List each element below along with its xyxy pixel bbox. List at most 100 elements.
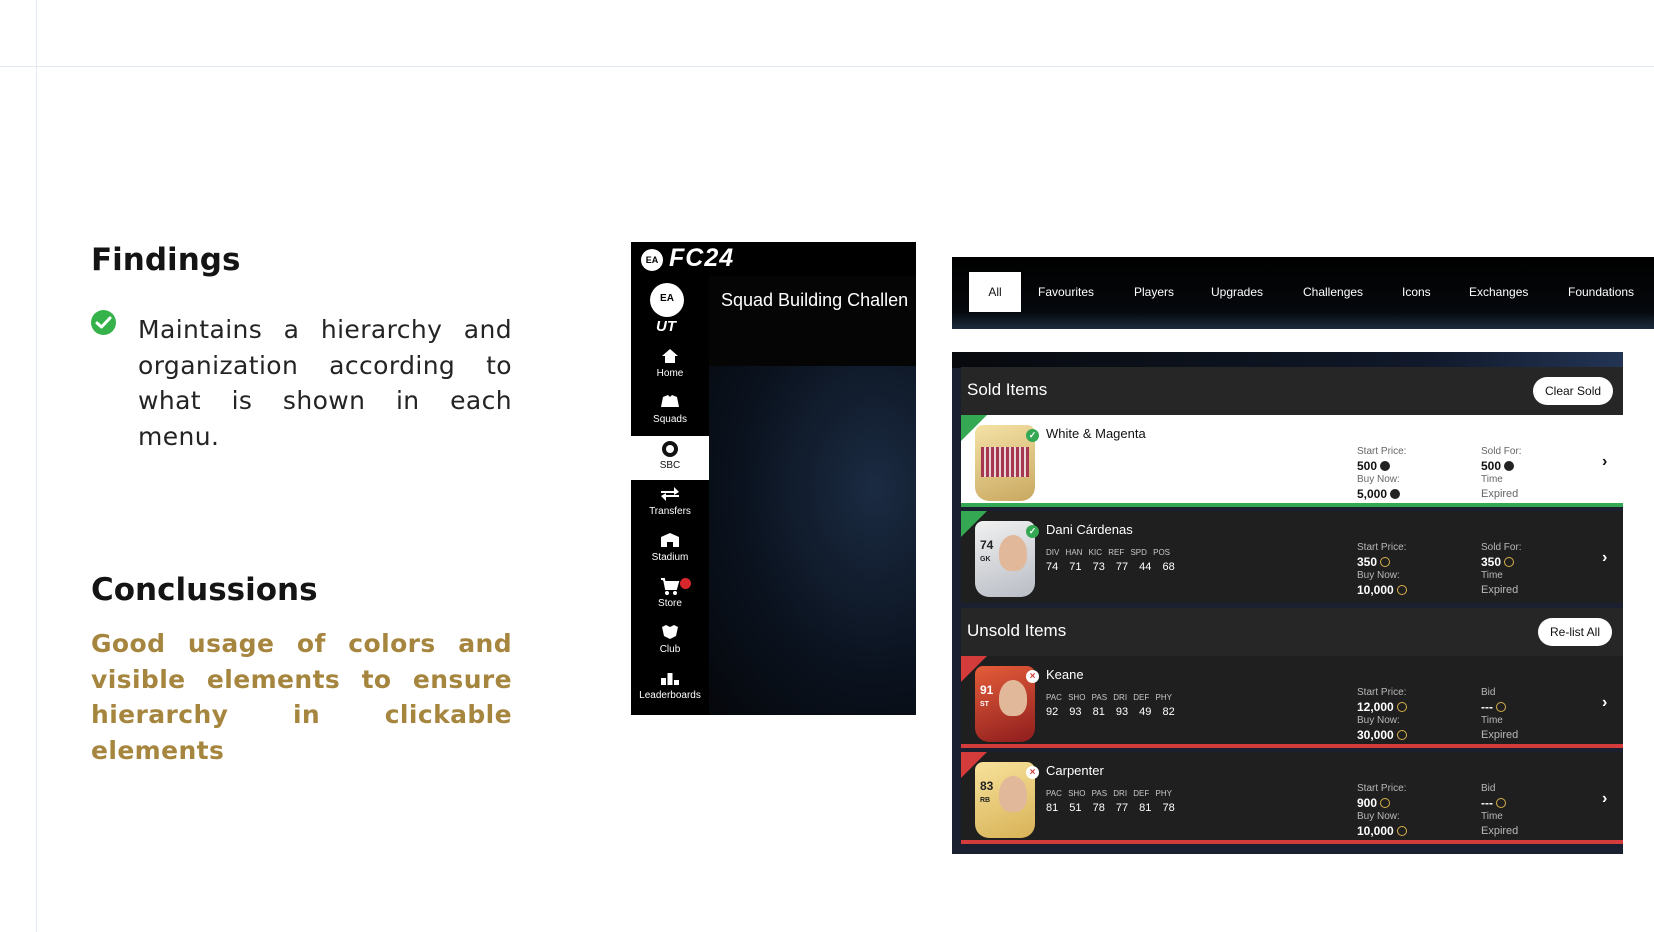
buy-now-price: 10,000 — [1357, 583, 1394, 597]
fc-sidebar: EA UT Home Squads SBC Transfers Stadium … — [631, 276, 709, 715]
time-status: Expired — [1481, 584, 1519, 596]
nav-item-store[interactable]: Store — [631, 574, 709, 618]
player-face — [999, 535, 1027, 571]
card-position: ST — [980, 701, 989, 708]
coin-icon — [1396, 826, 1407, 836]
nav-label-sbc: SBC — [659, 460, 681, 471]
club-icon — [631, 620, 709, 642]
coin-icon — [1496, 798, 1506, 808]
nav-item-home[interactable]: Home — [631, 344, 709, 388]
stat-labels: DIV HAN KIC REF SPD POS — [1046, 548, 1171, 557]
home-icon — [631, 344, 709, 366]
stat-labels: PAC SHO PAS DRI DEF PHY — [1046, 693, 1172, 702]
sold-check-icon: ✓ — [1026, 525, 1039, 538]
squads-icon — [631, 390, 709, 412]
coin-icon — [1396, 585, 1407, 595]
unsold-x-icon: × — [1026, 766, 1039, 779]
guide-line-horizontal — [0, 66, 1654, 67]
stat-labels: PAC SHO PAS DRI DEF PHY — [1046, 789, 1172, 798]
ea-logo-icon: EA — [641, 249, 663, 271]
unsold-items-title: Unsold Items — [967, 621, 1067, 640]
kit-image — [981, 447, 1029, 477]
coin-icon — [1390, 489, 1401, 499]
item-name: Keane — [1046, 667, 1084, 682]
tab-foundations[interactable]: Foundations — [1568, 272, 1634, 312]
nav-label-club: Club — [659, 644, 681, 655]
coin-icon — [1380, 798, 1391, 808]
tab-icons[interactable]: Icons — [1402, 272, 1431, 312]
tab-players[interactable]: Players — [1134, 272, 1174, 312]
stat-values: 81 51 78 77 81 78 — [1046, 802, 1175, 814]
tab-all[interactable]: All — [969, 272, 1021, 312]
chevron-right-icon: › — [1602, 549, 1608, 566]
leaderboards-icon — [631, 666, 709, 688]
time-status: Expired — [1481, 825, 1519, 837]
buy-now-price: 30,000 — [1357, 728, 1394, 742]
tab-favourites[interactable]: Favourites — [1038, 272, 1094, 312]
sold-items-title: Sold Items — [967, 380, 1048, 399]
fc24-logo: FC24 — [669, 244, 735, 272]
chevron-right-icon: › — [1602, 453, 1608, 470]
nav-item-sbc[interactable]: SBC — [631, 436, 709, 480]
list-item[interactable]: 74 GK ✓ Dani Cárdenas DIV HAN KIC REF SPD… — [961, 511, 1623, 603]
bid-price: --- — [1481, 796, 1493, 810]
coin-icon — [1380, 557, 1391, 567]
coin-icon — [1396, 730, 1407, 740]
findings-title: Findings — [91, 242, 241, 278]
status-bar — [961, 744, 1623, 748]
panel-top-strip — [952, 352, 1623, 368]
ut-logo-text: UT — [656, 318, 676, 335]
tab-exchanges[interactable]: Exchanges — [1469, 272, 1528, 312]
start-price: 500 — [1357, 459, 1378, 473]
item-name: Carpenter — [1046, 763, 1104, 778]
bid-price: --- — [1481, 700, 1493, 714]
status-column: Sold For: 350 Time Expired — [1481, 542, 1522, 596]
stat-values: 74 71 73 77 44 68 — [1046, 561, 1175, 573]
player-face — [999, 680, 1027, 716]
fc-topbar: EA FC24 — [631, 242, 916, 276]
chevron-right-icon: › — [1602, 790, 1608, 807]
time-status: Expired — [1481, 729, 1519, 741]
ut-logo-icon: EA — [650, 283, 684, 317]
nav-item-leaderboards[interactable]: Leaderboards — [631, 666, 709, 710]
status-bar — [961, 840, 1623, 844]
nav-item-squads[interactable]: Squads — [631, 390, 709, 434]
card-rating: 74 — [980, 538, 994, 552]
content-title: Squad Building Challen — [721, 290, 909, 310]
filter-tab-bar: All Favourites Players Upgrades Challeng… — [952, 257, 1654, 329]
nav-item-stadium[interactable]: Stadium — [631, 528, 709, 572]
unsold-x-icon: × — [1026, 670, 1039, 683]
list-item[interactable]: 83 RB × Carpenter PAC SHO PAS DRI DEF PHY… — [961, 752, 1623, 844]
relist-all-button[interactable]: Re-list All — [1538, 618, 1613, 646]
time-status: Expired — [1481, 488, 1519, 500]
sold-for-price: 500 — [1481, 459, 1502, 473]
nav-item-club[interactable]: Club — [631, 620, 709, 664]
price-column: Start Price: 12,000 Buy Now: 30,000 — [1357, 687, 1407, 742]
nav-item-transfers[interactable]: Transfers — [631, 482, 709, 526]
buy-now-price: 5,000 — [1357, 487, 1388, 501]
findings-text: Maintains a hierarchy and organization a… — [138, 315, 512, 451]
store-icon — [631, 574, 709, 596]
nav-label-store: Store — [658, 598, 682, 609]
nav-label-stadium: Stadium — [651, 552, 689, 563]
list-item[interactable]: 91 ST × Keane PAC SHO PAS DRI DEF PHY 92 … — [961, 656, 1623, 748]
conclusions-title: Conclussions — [91, 572, 318, 608]
unsold-items-header: Unsold Items Re-list All — [961, 608, 1623, 656]
list-item[interactable]: ✓ White & Magenta Start Price: 500 Buy N… — [961, 415, 1623, 507]
nav-label-squads: Squads — [653, 414, 687, 425]
tab-upgrades[interactable]: Upgrades — [1211, 272, 1263, 312]
card-rating: 83 — [980, 779, 994, 793]
content-area — [709, 366, 916, 715]
transfer-list-screenshot: Sold Items Clear Sold ✓ White & Magenta … — [952, 352, 1623, 854]
notification-dot — [680, 578, 691, 589]
tab-challenges[interactable]: Challenges — [1303, 272, 1363, 312]
card-rating: 91 — [980, 683, 994, 697]
nav-label-home: Home — [656, 368, 684, 379]
item-name: Dani Cárdenas — [1046, 522, 1133, 537]
clear-sold-button[interactable]: Clear Sold — [1533, 377, 1614, 405]
price-column: Start Price: 350 Buy Now: 10,000 — [1357, 542, 1407, 597]
item-name: White & Magenta — [1046, 426, 1146, 441]
start-price: 12,000 — [1357, 700, 1394, 714]
status-column: Sold For: 500 Time Expired — [1481, 446, 1522, 500]
price-column: Start Price: 900 Buy Now: 10,000 — [1357, 783, 1407, 838]
